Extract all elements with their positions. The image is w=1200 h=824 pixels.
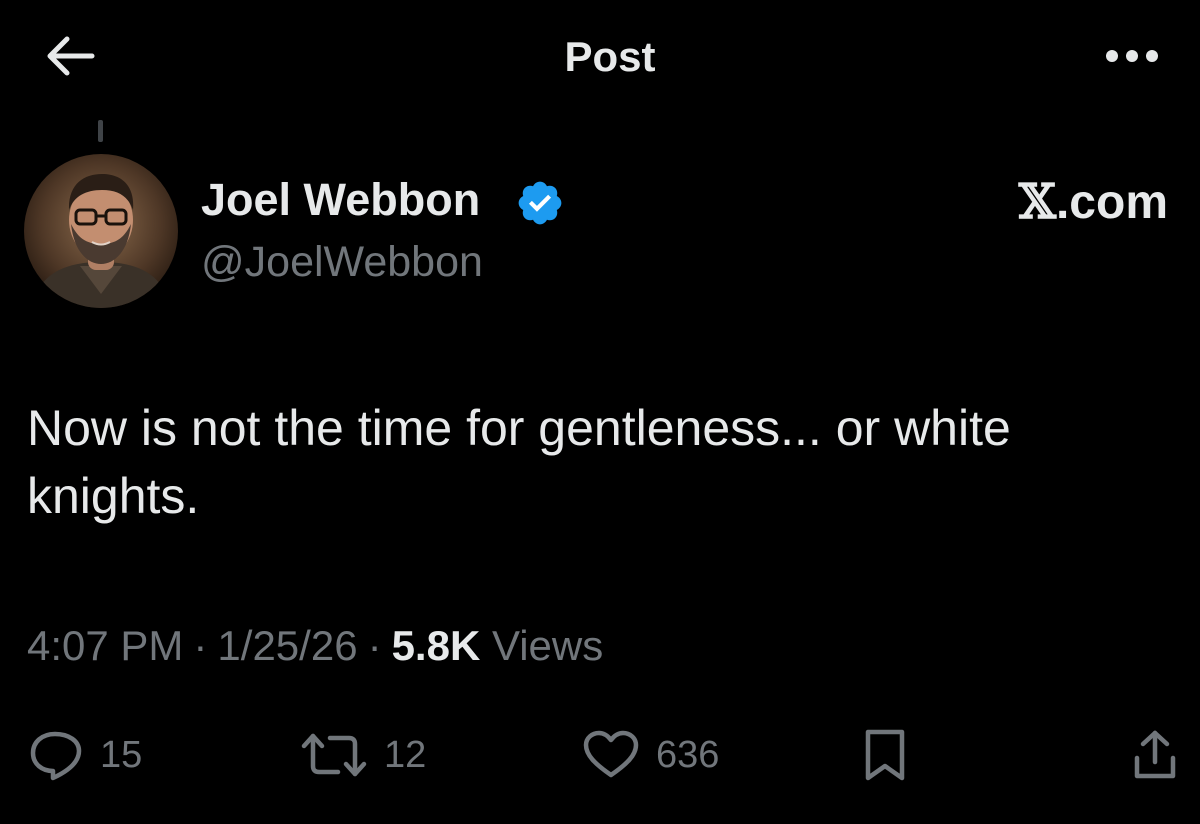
- source-watermark: 𝕏.com: [1019, 174, 1168, 230]
- post-date[interactable]: 1/25/26: [217, 622, 357, 669]
- bookmark-icon: [865, 729, 905, 781]
- post-time[interactable]: 4:07 PM: [27, 622, 183, 669]
- page-title: Post: [564, 33, 656, 80]
- heart-icon: [583, 730, 639, 778]
- verified-badge-icon: [518, 181, 562, 225]
- post-text: Now is not the time for gentleness... or…: [27, 400, 1011, 524]
- views-label[interactable]: Views: [492, 622, 603, 669]
- repost-icon: [301, 733, 367, 777]
- source-label: .com: [1055, 176, 1168, 229]
- like-button[interactable]: 636: [582, 728, 719, 782]
- share-button[interactable]: [1132, 728, 1178, 782]
- more-options-button[interactable]: [1100, 45, 1164, 67]
- author-handle[interactable]: @JoelWebbon: [201, 238, 483, 287]
- like-count: 636: [656, 733, 720, 776]
- post-detail-page: Post Joel Webbon @JoelWebbon 𝕏.com Now i…: [0, 0, 1200, 824]
- repost-count: 12: [384, 733, 427, 776]
- meta-separator: ·: [193, 622, 208, 669]
- share-icon: [1134, 730, 1176, 779]
- avatar[interactable]: [24, 154, 178, 308]
- reply-count: 15: [100, 733, 143, 776]
- x-logo: 𝕏: [1018, 174, 1056, 230]
- bookmark-button[interactable]: [862, 728, 908, 782]
- repost-button[interactable]: 12: [300, 728, 426, 782]
- avatar-photo: [24, 154, 178, 308]
- views-count[interactable]: 5.8K: [392, 622, 481, 669]
- reply-button[interactable]: 15: [28, 728, 142, 782]
- thread-connector-line: [98, 120, 103, 142]
- reply-icon: [30, 731, 82, 781]
- more-horizontal-icon: [1106, 50, 1158, 62]
- post-meta: 4:07 PM · 1/25/26 · 5.8K Views: [27, 622, 603, 670]
- author-display-name[interactable]: Joel Webbon: [201, 174, 480, 226]
- meta-separator: ·: [367, 622, 382, 669]
